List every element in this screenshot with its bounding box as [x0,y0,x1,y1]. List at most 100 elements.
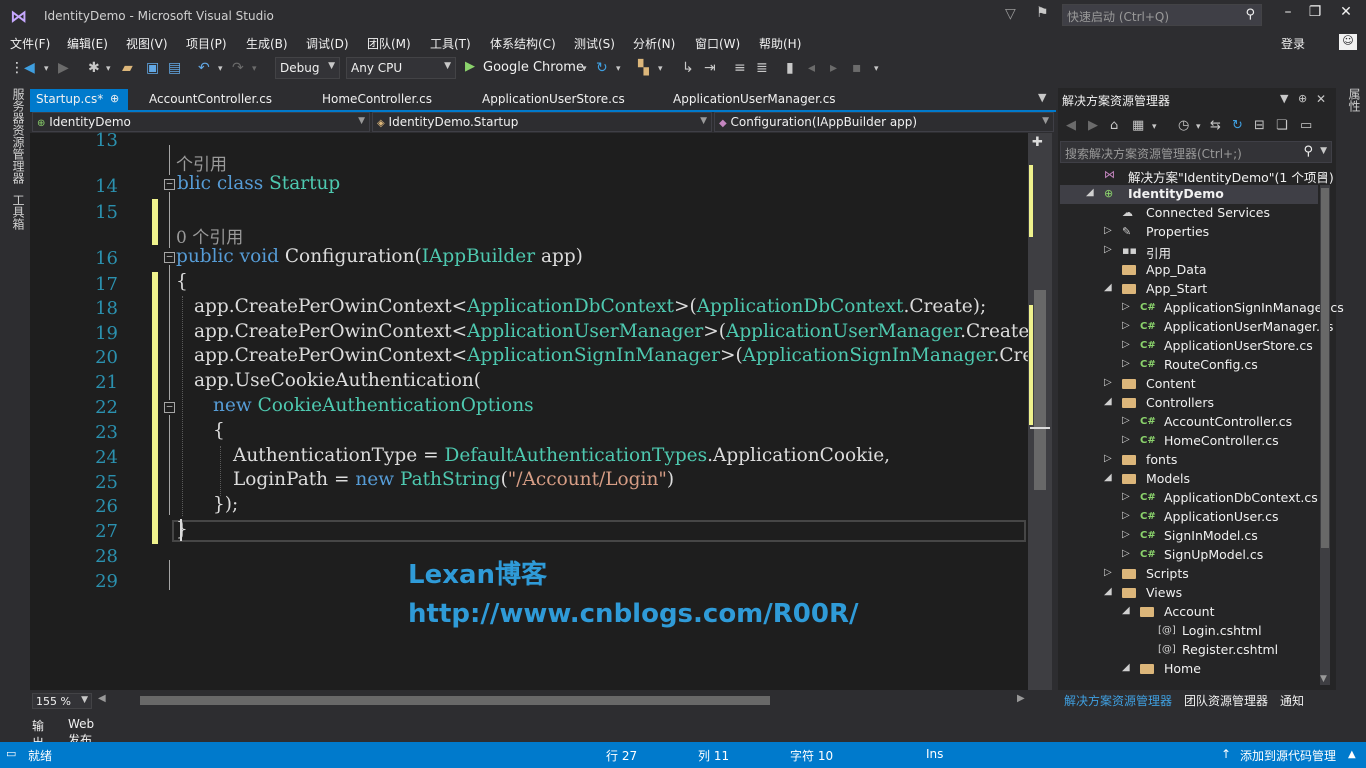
navigate-back-icon[interactable]: ◀ [24,60,35,76]
filter-dropdown-icon[interactable]: ▾ [1196,122,1201,132]
tab-team-explorer[interactable]: 团队资源管理器 [1184,692,1268,709]
type-dropdown[interactable]: ◈ IdentityDemo.Startup ▼ [372,112,712,132]
expand-icon[interactable]: ▷ [1122,320,1130,331]
tree-item[interactable]: ▷ Scripts [1060,565,1318,584]
code-lens-references[interactable]: 0 个引用 [176,223,243,248]
new-project-icon[interactable]: ✱ [88,60,100,76]
sync-icon[interactable]: ⇆ [1210,118,1221,133]
toolbar-overflow-icon[interactable]: ▾ [874,64,879,74]
undo-icon[interactable]: ↶ [198,60,210,76]
collapse-icon[interactable]: ◢ [1122,605,1130,616]
expand-icon[interactable]: ▷ [1122,491,1130,502]
expand-icon[interactable]: ▷ [1104,453,1112,464]
scroll-up-icon[interactable]: ▲ [1320,170,1327,180]
expand-icon[interactable]: ▷ [1122,415,1130,426]
scrollbar-thumb[interactable] [1034,290,1046,490]
navigate-forward-icon[interactable]: ▶ [58,60,69,76]
tree-item[interactable]: ▷ Content [1060,375,1318,394]
previous-bookmark-icon[interactable]: ◂ [808,60,815,76]
expand-icon[interactable]: ▷ [1122,548,1130,559]
collapse-icon[interactable]: − [164,178,175,190]
tree-item[interactable]: ▷ ▪▪ 引用 [1060,242,1318,261]
upload-icon[interactable]: ↑ [1221,747,1231,761]
tree-item[interactable]: ▷ fonts [1060,451,1318,470]
tree-item[interactable]: ⋈ 解决方案"IdentityDemo"(1 个项目) [1060,166,1334,185]
project-dropdown[interactable]: ⊕ IdentityDemo ▼ [32,112,370,132]
menu-analyze[interactable]: 分析(N) [633,35,675,52]
tree-item[interactable]: ◢ Controllers [1060,394,1318,413]
notification-filter-icon[interactable]: ▽ [1005,6,1016,22]
maximize-button[interactable]: ❐ [1302,4,1328,20]
clear-bookmarks-icon[interactable]: ▪ [852,60,862,76]
undo-dropdown-icon[interactable]: ▾ [218,64,223,74]
run-target-dropdown-icon[interactable]: ▾ [582,64,587,74]
chevron-up-icon[interactable]: ▲ [1348,749,1356,760]
tree-item[interactable]: ▷ C# ApplicationUserStore.cs [1060,337,1318,356]
tab-application-user-store[interactable]: ApplicationUserStore.cs [476,89,631,111]
pin-icon[interactable]: ⊕ [110,92,119,105]
server-explorer-tab[interactable]: 服务器资源管理器 [10,88,27,184]
minimize-button[interactable]: – [1275,4,1301,20]
show-all-files-icon[interactable]: ❏ [1276,118,1288,133]
redo-icon[interactable]: ↷ [232,60,244,76]
scrollbar-thumb[interactable] [1321,188,1329,548]
tab-notifications[interactable]: 通知 [1280,692,1304,709]
save-icon[interactable]: ▣ [146,60,159,76]
step-into-icon[interactable]: ↳ [682,60,694,76]
scroll-left-icon[interactable]: ◀ [98,693,106,704]
start-debugging-icon[interactable]: ▶ [465,59,475,74]
expand-icon[interactable]: ▷ [1104,377,1112,388]
save-all-icon[interactable]: ▤ [168,60,181,76]
search-options-dropdown-icon[interactable]: ▼ [1320,146,1327,156]
open-file-icon[interactable]: ▰ [122,60,133,76]
menu-build[interactable]: 生成(B) [246,35,288,52]
menu-tools[interactable]: 工具(T) [430,35,471,52]
tree-item[interactable]: App_Data [1060,261,1318,280]
tab-overflow-icon[interactable]: ▼ [1038,91,1046,104]
refresh-dropdown-icon[interactable]: ▾ [616,64,621,74]
tree-item[interactable]: ◢ Home [1060,660,1318,679]
window-position-icon[interactable]: ▼ [1280,92,1288,105]
tree-item[interactable]: ▷ ✎ Properties [1060,223,1318,242]
collapse-icon[interactable]: ◢ [1086,187,1094,198]
switch-views-dropdown-icon[interactable]: ▾ [1152,122,1157,132]
feedback-icon[interactable]: ⚑ [1036,5,1049,21]
menu-test[interactable]: 测试(S) [574,35,615,52]
forward-icon[interactable]: ▶ [1088,118,1098,133]
refresh-browser-icon[interactable]: ↻ [596,60,608,76]
menu-edit[interactable]: 编辑(E) [67,35,108,52]
next-bookmark-icon[interactable]: ▸ [830,60,837,76]
tab-account-controller[interactable]: AccountController.cs [143,89,278,111]
switch-views-icon[interactable]: ▦ [1132,118,1144,133]
collapse-icon[interactable]: ◢ [1104,282,1112,293]
comment-icon[interactable]: ≡ [734,60,746,76]
tree-item[interactable]: [@] Login.cshtml [1060,622,1318,641]
collapse-icon[interactable]: − [164,401,175,413]
collapse-icon[interactable]: ◢ [1104,396,1112,407]
expand-icon[interactable]: ▷ [1122,510,1130,521]
code-lens-references[interactable]: 个引用 [176,150,227,175]
uncomment-icon[interactable]: ≣ [756,60,768,76]
menu-help[interactable]: 帮助(H) [759,35,801,52]
back-dropdown-icon[interactable]: ▾ [44,64,49,74]
collapse-icon[interactable]: ◢ [1104,472,1112,483]
tree-item[interactable]: ◢ Account [1060,603,1318,622]
expand-icon[interactable]: ▷ [1104,244,1112,255]
scroll-right-icon[interactable]: ▶ [1017,693,1025,704]
horizontal-scrollbar-thumb[interactable] [140,696,770,705]
menu-view[interactable]: 视图(V) [126,35,168,52]
solution-platform-dropdown[interactable]: Any CPU ▼ [346,57,456,79]
user-account-icon[interactable]: ☺ [1339,34,1357,50]
expand-icon[interactable]: ▷ [1122,301,1130,312]
collapse-icon[interactable]: ◢ [1104,586,1112,597]
home-icon[interactable]: ⌂ [1110,118,1118,133]
tab-application-user-manager[interactable]: ApplicationUserManager.cs [667,89,842,111]
menu-window[interactable]: 窗口(W) [695,35,740,52]
tab-home-controller[interactable]: HomeController.cs [316,89,438,111]
properties-icon[interactable]: ▭ [1300,118,1312,133]
tree-item[interactable]: ▷ C# SignUpModel.cs [1060,546,1318,565]
menu-team[interactable]: 团队(M) [367,35,411,52]
split-window-icon[interactable]: ✚ [1032,135,1043,150]
pending-changes-filter-icon[interactable]: ◷ [1178,118,1189,133]
close-panel-icon[interactable]: ✕ [1316,92,1326,106]
